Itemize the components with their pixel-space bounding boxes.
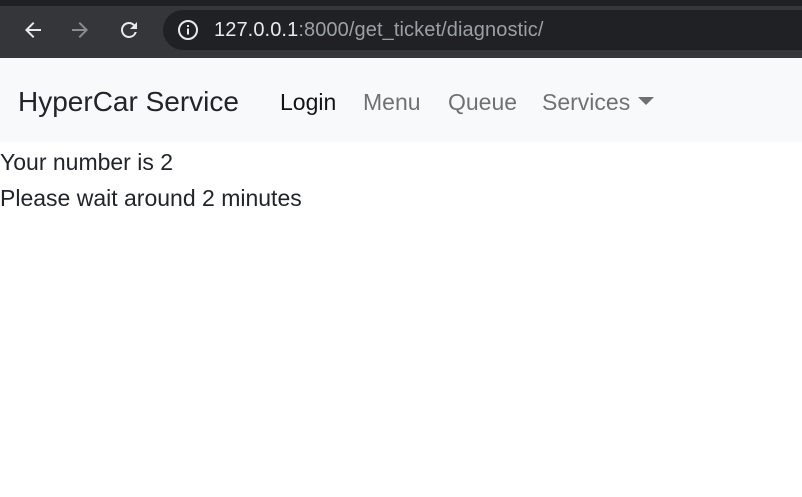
site-navbar: HyperCar Service Login Menu Queue Servic…	[0, 58, 802, 142]
brand-link[interactable]: HyperCar Service	[18, 85, 239, 119]
dropdown-caret-icon[interactable]	[638, 97, 654, 105]
back-button[interactable]	[17, 14, 49, 46]
nav-link-login[interactable]: Login	[280, 88, 336, 116]
nav-link-queue[interactable]: Queue	[448, 88, 517, 116]
nav-dropdown-services[interactable]: Services	[542, 88, 630, 116]
back-arrow-icon	[21, 18, 45, 42]
address-bar[interactable]: 127.0.0.1:8000/get_ticket/diagnostic/	[163, 10, 802, 50]
info-icon[interactable]	[177, 19, 199, 41]
reload-button[interactable]	[113, 14, 145, 46]
forward-arrow-icon	[68, 18, 92, 42]
url-host: 127.0.0.1	[214, 19, 299, 41]
nav-link-menu[interactable]: Menu	[363, 88, 421, 116]
tab-strip-edge	[0, 0, 802, 6]
browser-toolbar: 127.0.0.1:8000/get_ticket/diagnostic/	[0, 0, 802, 58]
wait-time-text: Please wait around 2 minutes	[0, 185, 302, 211]
url-text[interactable]: 127.0.0.1:8000/get_ticket/diagnostic/	[214, 19, 544, 41]
reload-icon	[117, 18, 141, 42]
ticket-number-text: Your number is 2	[0, 149, 174, 175]
forward-button[interactable]	[64, 14, 96, 46]
url-path: :8000/get_ticket/diagnostic/	[298, 19, 544, 41]
